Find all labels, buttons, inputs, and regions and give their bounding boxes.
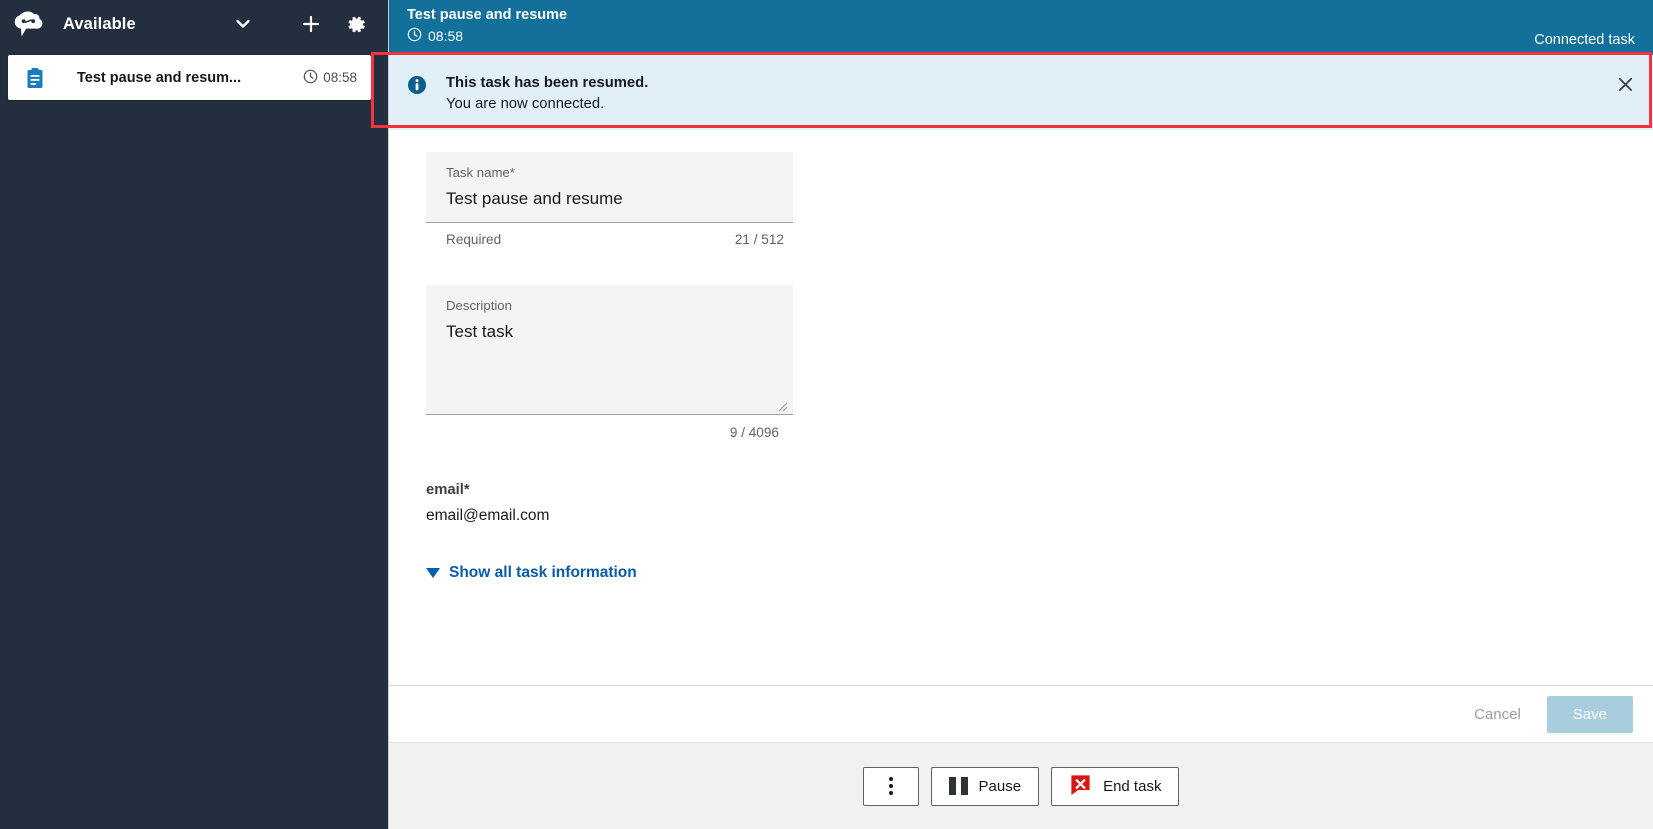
save-button[interactable]: Save — [1546, 695, 1633, 733]
resize-grip-icon[interactable] — [778, 399, 788, 412]
task-form: Task name* Test pause and resume Require… — [389, 130, 1653, 685]
clipboard-task-icon — [25, 67, 47, 89]
sidebar: Available Test pause and resum... 08:58 — [0, 0, 389, 829]
clock-icon — [407, 27, 422, 46]
task-header: Test pause and resume 08:58 Connected ta… — [389, 0, 1653, 55]
notification-banner: This task has been resumed. You are now … — [389, 55, 1653, 130]
task-header-title: Test pause and resume — [407, 7, 568, 23]
task-control-bar: Pause End task — [389, 742, 1653, 829]
end-task-icon — [1069, 773, 1092, 800]
task-list-item-title: Test pause and resum... — [77, 69, 242, 86]
contact-control-panel: Available Test pause and resum... 08:58 … — [0, 0, 1653, 829]
email-field-block: email* email@email.com — [426, 480, 1653, 527]
gear-icon[interactable] — [340, 7, 374, 41]
description-char-counter: 9 / 4096 — [729, 425, 779, 440]
more-options-button[interactable] — [862, 766, 919, 806]
pause-button-label: Pause — [978, 777, 1022, 795]
pause-button[interactable]: Pause — [930, 766, 1040, 806]
notification-banner-wrapper: This task has been resumed. You are now … — [389, 55, 1653, 130]
description-field-block: Description Test task 9 / 4096 — [426, 285, 793, 440]
info-circle-icon — [407, 75, 427, 95]
show-all-task-information-link[interactable]: Show all task information — [426, 564, 637, 582]
cancel-button[interactable]: Cancel — [1460, 699, 1535, 730]
notification-title: This task has been resumed. — [446, 75, 649, 91]
task-name-label: Task name* — [446, 165, 515, 180]
show-all-task-information-label: Show all task information — [449, 564, 637, 581]
task-list-item[interactable]: Test pause and resum... 08:58 — [8, 55, 371, 100]
task-name-required-text: Required — [446, 232, 502, 247]
pause-icon — [948, 777, 968, 795]
main-panel: Test pause and resume 08:58 Connected ta… — [389, 0, 1653, 829]
task-header-timer: 08:58 — [407, 27, 567, 46]
notification-text: This task has been resumed. You are now … — [446, 73, 648, 115]
description-value: Test task — [446, 322, 514, 341]
task-header-left: Test pause and resume 08:58 — [407, 6, 567, 46]
agent-status-label: Available — [63, 14, 136, 33]
description-label: Description — [446, 298, 512, 313]
task-name-helper-row: Required 21 / 512 — [426, 223, 793, 247]
task-list-item-timer: 08:58 — [303, 69, 357, 87]
task-name-value: Test pause and resume — [446, 189, 623, 208]
task-header-timer-value: 08:58 — [428, 28, 464, 44]
chevron-down-icon[interactable] — [226, 7, 260, 41]
end-task-button[interactable]: End task — [1051, 766, 1180, 806]
caret-down-icon — [426, 568, 440, 578]
cloud-contact-logo-icon — [14, 11, 44, 37]
description-input[interactable]: Description Test task — [426, 285, 793, 415]
connection-status-label: Connected task — [1534, 32, 1635, 48]
email-label: email* — [426, 482, 470, 498]
email-value: email@email.com — [426, 507, 550, 524]
task-name-input[interactable]: Task name* Test pause and resume — [426, 152, 793, 223]
task-name-field-block: Task name* Test pause and resume Require… — [426, 152, 793, 247]
notification-subtitle: You are now connected. — [446, 96, 605, 112]
task-name-char-counter: 21 / 512 — [734, 232, 784, 247]
clock-icon — [303, 69, 318, 87]
end-task-button-label: End task — [1103, 777, 1162, 795]
close-icon[interactable] — [1614, 73, 1636, 95]
form-action-bar: Cancel Save — [389, 685, 1653, 742]
sidebar-header: Available — [0, 0, 388, 48]
description-char-counter-row: 9 / 4096 — [426, 415, 793, 440]
kebab-menu-icon — [888, 777, 893, 795]
plus-icon[interactable] — [294, 7, 328, 41]
task-timer-value: 08:58 — [323, 70, 357, 85]
